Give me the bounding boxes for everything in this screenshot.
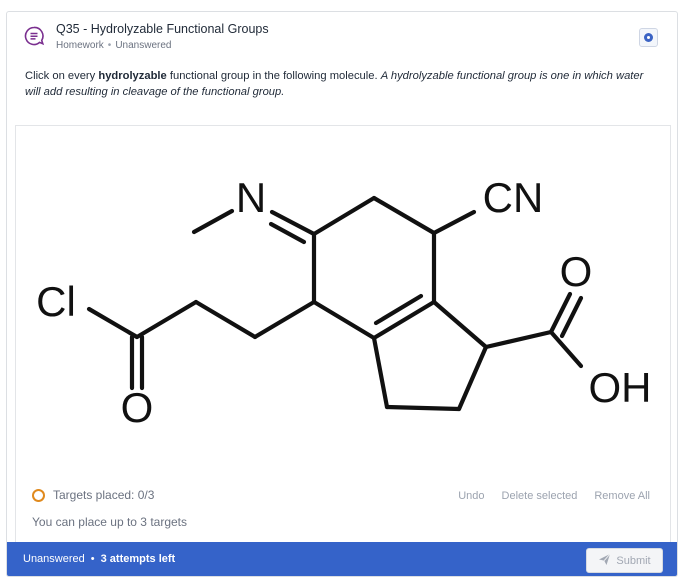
question-meta: Homework • Unanswered [56, 40, 171, 51]
targets-counter: Targets placed: 0/3 [32, 488, 154, 502]
question-header: Q35 - Hydrolyzable Functional Groups Hom… [7, 12, 677, 58]
atom-nitrogen[interactable]: N [236, 174, 266, 221]
bond-nitrile [431, 209, 477, 236]
bond-pent-1 [371, 335, 390, 410]
molecule-structure[interactable]: N CN Cl O O OH [16, 126, 670, 476]
bond-acyl-cl [86, 306, 140, 340]
status-separator: • [90, 553, 95, 565]
atom-hydroxyl[interactable]: OH [589, 364, 652, 411]
bond-acid-oh [548, 329, 584, 369]
prompt-emphasis: hydrolyzable [98, 70, 167, 82]
bond-ring-5 [311, 299, 377, 341]
question-title: Q35 - Hydrolyzable Functional Groups [56, 22, 269, 36]
bond-pent-3 [456, 344, 489, 412]
target-ring-icon [32, 488, 45, 502]
bond-ring-4-double [373, 293, 424, 326]
atom-acyl-oxygen[interactable]: O [121, 384, 154, 431]
prompt-tail: functional group in the following molecu… [166, 70, 381, 82]
prompt-lead: Click on every [25, 70, 99, 82]
question-prompt: Click on every hydrolyzable functional g… [25, 69, 661, 100]
target-canvas: N CN Cl O O OH Targets placed: 0/3 You c… [15, 125, 671, 545]
question-category: Homework [56, 40, 104, 51]
targets-limit-text: You can place up to 3 targets [32, 515, 188, 529]
atom-acid-oxygen[interactable]: O [560, 248, 593, 295]
options-icon [644, 33, 653, 42]
question-list-icon [23, 25, 45, 47]
remove-all-button[interactable]: Remove All [594, 490, 650, 502]
bond-pent-2 [384, 404, 462, 412]
atom-chlorine[interactable]: Cl [36, 278, 76, 325]
bond-ring-1 [311, 195, 377, 237]
atom-nitrile[interactable]: CN [483, 174, 544, 221]
options-button[interactable] [639, 28, 658, 47]
bond-imine [269, 209, 317, 237]
bond-chain-2 [193, 299, 258, 340]
targets-placed-text: Targets placed: 0/3 [53, 488, 155, 502]
submission-bar: Unanswered • 3 attempts left Submit [7, 542, 677, 576]
submission-status: Unanswered • 3 attempts left [23, 553, 175, 565]
canvas-actions: Undo Delete selected Remove All [458, 490, 650, 502]
meta-separator: • [107, 40, 112, 51]
question-status: Unanswered [115, 40, 172, 51]
answer-status: Unanswered [23, 553, 85, 565]
attempts-left: 3 attempts left [100, 553, 176, 565]
submit-button[interactable]: Submit [586, 548, 663, 573]
undo-button[interactable]: Undo [458, 490, 484, 502]
send-icon [598, 553, 611, 569]
bond-pent-4 [431, 299, 489, 350]
bond-methyl-n [191, 208, 235, 235]
bond-chain-1 [252, 299, 317, 340]
delete-selected-button[interactable]: Delete selected [502, 490, 578, 502]
bond-ring-2 [371, 195, 437, 236]
question-card: Q35 - Hydrolyzable Functional Groups Hom… [6, 11, 678, 577]
submit-label: Submit [616, 554, 651, 567]
bond-chain-3 [134, 299, 199, 340]
bond-acid-c [483, 329, 554, 350]
